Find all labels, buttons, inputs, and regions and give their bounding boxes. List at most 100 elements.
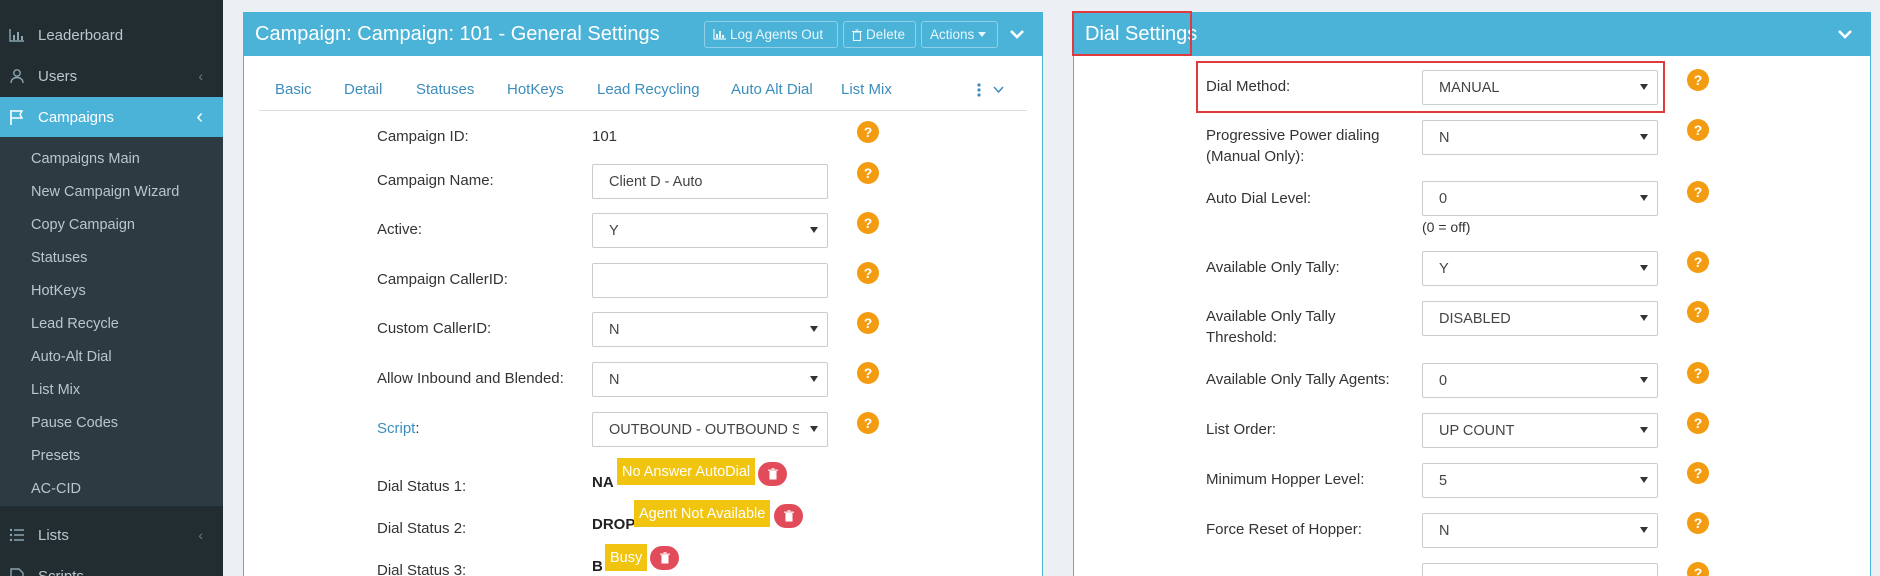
tab-statuses[interactable]: Statuses	[416, 81, 474, 98]
progressive-label-2: (Manual Only):	[1206, 148, 1305, 165]
remove-dial-status-2-button[interactable]	[774, 504, 803, 528]
remove-dial-status-3-button[interactable]	[650, 546, 679, 570]
sidebar-item-label: Users	[38, 67, 78, 85]
sidebar-item-leaderboard[interactable]: Leaderboard	[0, 15, 223, 55]
chevron-left-icon: ‹	[198, 68, 203, 84]
dial-status-1-code: NA	[592, 474, 614, 491]
general-settings-panel: Campaign: Campaign: 101 - General Settin…	[243, 12, 1043, 576]
tab-basic[interactable]: Basic	[275, 81, 312, 98]
chevron-down-icon[interactable]	[993, 86, 1004, 94]
help-icon[interactable]: ?	[1687, 119, 1709, 141]
list-icon	[6, 528, 28, 542]
actions-dropdown-button[interactable]: Actions	[921, 21, 998, 48]
delete-button[interactable]: Delete	[843, 21, 916, 48]
help-icon[interactable]: ?	[1687, 251, 1709, 273]
dial-status-1-tag: No Answer AutoDial	[617, 458, 756, 485]
help-icon[interactable]: ?	[1687, 301, 1709, 323]
sidebar-item-users[interactable]: Users ‹	[0, 56, 223, 96]
allow-inbound-select[interactable]: N	[592, 362, 828, 397]
tally-agents-select-value: 0	[1439, 372, 1448, 389]
help-icon[interactable]: ?	[1687, 181, 1709, 203]
help-icon[interactable]: ?	[857, 312, 879, 334]
tally-agents-select[interactable]: 0	[1422, 363, 1658, 398]
tab-auto-alt-dial[interactable]: Auto Alt Dial	[731, 81, 813, 98]
trash-icon	[659, 552, 670, 564]
highlight-dial-settings-title	[1072, 11, 1192, 56]
tab-list-mix[interactable]: List Mix	[841, 81, 892, 98]
auto-dial-level-hint: (0 = off)	[1422, 219, 1471, 235]
min-hopper-select[interactable]: 5	[1422, 463, 1658, 498]
auto-dial-level-select-value: 0	[1439, 190, 1448, 207]
min-hopper-label: Minimum Hopper Level:	[1206, 471, 1365, 488]
submenu-item-pause-codes[interactable]: Pause Codes	[31, 415, 118, 431]
help-icon[interactable]: ?	[1687, 412, 1709, 434]
help-icon[interactable]: ?	[1687, 562, 1709, 576]
available-only-tally-select[interactable]: Y	[1422, 251, 1658, 286]
help-icon[interactable]: ?	[857, 121, 879, 143]
help-icon[interactable]: ?	[857, 262, 879, 284]
sidebar-item-campaigns[interactable]: Campaigns ‹	[0, 97, 223, 137]
remove-dial-status-1-button[interactable]	[758, 462, 787, 486]
chevron-down-icon[interactable]	[1836, 25, 1854, 43]
help-icon[interactable]: ?	[1687, 462, 1709, 484]
tab-lead-recycling[interactable]: Lead Recycling	[597, 81, 700, 98]
dial-status-3-label: Dial Status 3:	[377, 562, 467, 576]
submenu-item-statuses[interactable]: Statuses	[31, 250, 87, 266]
submenu-item-ac-cid[interactable]: AC-CID	[31, 481, 81, 497]
help-icon[interactable]: ?	[857, 212, 879, 234]
caret-down-icon	[978, 32, 987, 37]
submenu-item-new-campaign-wizard[interactable]: New Campaign Wizard	[31, 184, 179, 200]
submenu-item-list-mix[interactable]: List Mix	[31, 382, 80, 398]
script-select[interactable]: OUTBOUND - OUTBOUND SCRIPT	[592, 412, 828, 447]
sidebar: Leaderboard Users ‹ Campaigns ‹ Campaign…	[0, 0, 223, 576]
sidebar-item-scripts[interactable]: Scripts	[0, 556, 223, 576]
tally-threshold-select[interactable]: DISABLED	[1422, 301, 1658, 336]
submenu-item-lead-recycle[interactable]: Lead Recycle	[31, 316, 119, 332]
tab-hotkeys[interactable]: HotKeys	[507, 81, 564, 98]
auto-dial-level-select[interactable]: 0	[1422, 181, 1658, 216]
submenu-item-campaigns-main[interactable]: Campaigns Main	[31, 151, 140, 167]
more-vertical-icon[interactable]	[977, 83, 981, 97]
caret-down-icon	[810, 227, 818, 233]
tab-detail[interactable]: Detail	[344, 81, 382, 98]
submenu-item-auto-alt-dial[interactable]: Auto-Alt Dial	[31, 349, 112, 365]
campaign-id-label: Campaign ID:	[377, 128, 469, 145]
active-select[interactable]: Y	[592, 213, 828, 248]
active-label: Active:	[377, 221, 423, 238]
submenu-item-presets[interactable]: Presets	[31, 448, 80, 464]
custom-callerid-select[interactable]: N	[592, 312, 828, 347]
script-link[interactable]: Script	[377, 420, 415, 437]
help-icon[interactable]: ?	[857, 162, 879, 184]
campaign-name-input[interactable]: Client D - Auto	[592, 164, 828, 199]
force-reset-select[interactable]: N	[1422, 513, 1658, 548]
tally-threshold-select-value: DISABLED	[1439, 310, 1511, 327]
help-icon[interactable]: ?	[1687, 362, 1709, 384]
highlight-dial-method	[1196, 61, 1665, 113]
settings-tabs: Basic Detail Statuses HotKeys Lead Recyc…	[259, 69, 1027, 111]
help-icon[interactable]: ?	[857, 412, 879, 434]
submenu-item-copy-campaign[interactable]: Copy Campaign	[31, 217, 135, 233]
campaign-name-label: Campaign Name:	[377, 172, 494, 189]
allow-inbound-label: Allow Inbound and Blended:	[377, 370, 564, 387]
next-field-select[interactable]	[1422, 563, 1658, 576]
panel-title: Campaign: Campaign: 101 - General Settin…	[255, 23, 660, 45]
campaign-callerid-input[interactable]	[592, 263, 828, 298]
list-order-select[interactable]: UP COUNT	[1422, 413, 1658, 448]
trash-icon	[852, 28, 862, 41]
flag-icon	[6, 109, 28, 125]
delete-label: Delete	[866, 27, 906, 42]
help-icon[interactable]: ?	[857, 362, 879, 384]
dial-status-3-code: B	[592, 558, 603, 575]
sidebar-item-lists[interactable]: Lists ‹	[0, 515, 223, 555]
campaign-callerid-label: Campaign CallerID:	[377, 271, 508, 288]
dial-status-2-label: Dial Status 2:	[377, 520, 467, 537]
chevron-down-icon[interactable]	[1008, 25, 1026, 43]
user-icon	[6, 68, 28, 84]
help-icon[interactable]: ?	[1687, 69, 1709, 91]
progressive-select[interactable]: N	[1422, 120, 1658, 155]
submenu-item-hotkeys[interactable]: HotKeys	[31, 283, 86, 299]
log-agents-out-label: Log Agents Out	[730, 27, 824, 42]
custom-callerid-select-value: N	[609, 321, 620, 338]
log-agents-out-button[interactable]: Log Agents Out	[704, 21, 838, 48]
help-icon[interactable]: ?	[1687, 512, 1709, 534]
